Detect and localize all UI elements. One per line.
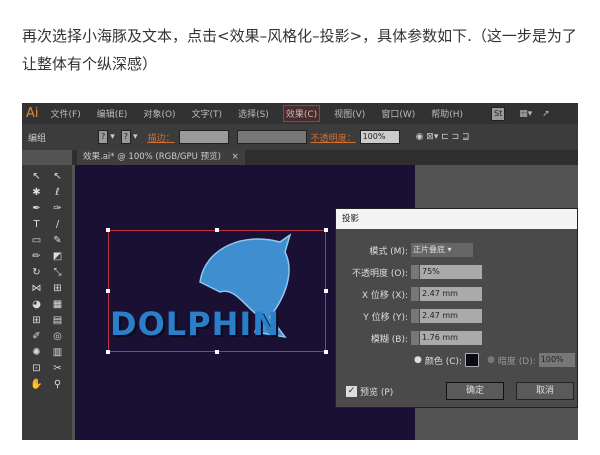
opacity-input[interactable]: 75% [420, 265, 482, 279]
selection-tool-icon[interactable]: ↖ [26, 171, 47, 187]
document-tab[interactable]: 效果.ai* @ 100% (RGB/GPU 预览) × [77, 150, 245, 165]
opacity-label[interactable]: 不透明度： [311, 131, 356, 144]
blur-stepper[interactable] [411, 331, 419, 345]
menu-edit[interactable]: 编辑(E) [95, 106, 130, 121]
zoom-icon[interactable]: ⚲ [47, 379, 68, 395]
menu-window[interactable]: 窗口(W) [379, 106, 417, 121]
x-offset-label: X 位移 (X): [361, 290, 408, 301]
preview-checkbox[interactable]: ✓ [346, 386, 357, 397]
dialog-title: 投影 [336, 209, 577, 229]
close-icon[interactable]: × [232, 152, 239, 162]
opacity-label: 不透明度 (O): [352, 268, 408, 279]
document-tabs: 效果.ai* @ 100% (RGB/GPU 预览) × [72, 150, 578, 165]
y-offset-input[interactable]: 2.47 mm [420, 309, 482, 323]
mesh-icon[interactable]: ⊞ [26, 315, 47, 331]
blur-input[interactable]: 1.76 mm [420, 331, 482, 345]
menu-file[interactable]: 文件(F) [49, 106, 83, 121]
cancel-button[interactable]: 取消 [516, 382, 574, 400]
instruction-text: 再次选择小海豚及文本，点击<效果–风格化–投影>，具体参数如下.（这一步是为了让… [22, 27, 577, 73]
eraser-icon[interactable]: ◩ [47, 251, 68, 267]
stock-button[interactable]: St [491, 106, 506, 121]
rocket-icon[interactable]: ➚ [542, 109, 550, 119]
mode-label: 模式 (M): [369, 246, 408, 257]
artboard-icon[interactable]: ⊡ [26, 363, 47, 379]
ok-button[interactable]: 确定 [446, 382, 504, 400]
opacity-input[interactable]: 100% [359, 130, 400, 144]
color-radio[interactable]: ● [414, 355, 422, 365]
selection-box [106, 228, 328, 354]
preview-label: 预览 (P) [360, 388, 394, 398]
color-swatch[interactable] [465, 353, 480, 367]
menu-view[interactable]: 视图(V) [332, 106, 367, 121]
tab-label: 效果.ai* @ 100% (RGB/GPU 预览) [83, 152, 221, 162]
type-tool-icon[interactable]: T [26, 219, 47, 235]
hand-icon[interactable]: ✋ [26, 379, 47, 395]
eyedropper-icon[interactable]: ✐ [26, 331, 47, 347]
y-offset-label: Y 位移 (Y): [363, 312, 408, 323]
gradient-icon[interactable]: ▤ [47, 315, 68, 331]
style-icon[interactable]: ◉ ⊠▾ ⊏ ⊐ ⊒ [416, 132, 470, 142]
pen-icon[interactable]: ✒ [26, 203, 47, 219]
paintbrush-icon[interactable]: ✎ [47, 235, 68, 251]
menu-select[interactable]: 选择(S) [236, 106, 271, 121]
x-offset-input[interactable]: 2.47 mm [420, 287, 482, 301]
shape-builder-icon[interactable]: ◕ [26, 299, 47, 315]
stroke-weight[interactable] [178, 130, 229, 144]
pencil-icon[interactable]: ✏ [26, 251, 47, 267]
menu-type[interactable]: 文字(T) [190, 106, 225, 121]
stroke-swatch[interactable]: ? [120, 130, 132, 144]
y-offset-stepper[interactable] [411, 309, 419, 323]
width-icon[interactable]: ⋈ [26, 283, 47, 299]
scale-icon[interactable]: ⤡ [47, 267, 68, 283]
fill-swatch[interactable]: ? [98, 130, 109, 144]
opacity-stepper[interactable] [411, 265, 419, 279]
menu-bar: Ai 文件(F) 编辑(E) 对象(O) 文字(T) 选择(S) 效果(C) 视… [22, 103, 578, 124]
illustrator-screenshot: Ai 文件(F) 编辑(E) 对象(O) 文字(T) 选择(S) 效果(C) 视… [22, 103, 578, 440]
color-label: 颜色 (C): [424, 356, 463, 367]
free-transform-icon[interactable]: ⊞ [47, 283, 68, 299]
darkness-radio[interactable]: ● [487, 355, 495, 365]
line-tool-icon[interactable]: / [47, 219, 68, 235]
perspective-icon[interactable]: ▦ [47, 299, 68, 315]
slice-icon[interactable]: ✂ [47, 363, 68, 379]
graph-icon[interactable]: ▥ [47, 347, 68, 363]
menu-help[interactable]: 帮助(H) [429, 106, 465, 121]
darkness-label: 暗度 (D): [497, 356, 536, 367]
x-offset-stepper[interactable] [411, 287, 419, 301]
drop-shadow-dialog: 投影 模式 (M): 正片叠底 ▾ 不透明度 (O): 75% X 位移 (X): 2… [335, 208, 578, 408]
lasso-icon[interactable]: ℓ [47, 187, 68, 203]
magic-wand-icon[interactable]: ✱ [26, 187, 47, 203]
mode-select[interactable]: 正片叠底 ▾ [411, 243, 473, 257]
direct-selection-icon[interactable]: ↖ [47, 171, 68, 187]
workspace-icon[interactable]: ▦▾ [519, 109, 532, 119]
darkness-input[interactable]: 100% [538, 353, 575, 367]
menu-effect[interactable]: 效果(C) [282, 105, 321, 122]
options-bar: 编组 ? ▾ ? ▾ 描边： 不透明度： 100% ◉ ⊠▾ ⊏ ⊐ ⊒ [22, 124, 578, 150]
ai-logo: Ai [26, 106, 39, 121]
toolbar: ↖ ↖ ✱ ℓ ✒ ✑ T / ▭ ✎ ✏ ◩ ↻ ⤡ ⋈ ⊞ ◕ ▦ ⊞ ▤ ✐ ◎ ✺ ▥ ⊡ ✂ ✋… [22, 165, 72, 440]
rectangle-icon[interactable]: ▭ [26, 235, 47, 251]
stroke-label[interactable]: 描边： [148, 131, 175, 144]
symbol-sprayer-icon[interactable]: ✺ [26, 347, 47, 363]
blend-icon[interactable]: ◎ [47, 331, 68, 347]
menu-object[interactable]: 对象(O) [141, 106, 177, 121]
brush-select[interactable] [236, 130, 307, 144]
rotate-icon[interactable]: ↻ [26, 267, 47, 283]
blur-label: 模糊 (B): [370, 334, 408, 345]
curvature-icon[interactable]: ✑ [47, 203, 68, 219]
mode-value: 正片叠底 [413, 245, 445, 254]
selection-label: 编组 [28, 133, 47, 144]
